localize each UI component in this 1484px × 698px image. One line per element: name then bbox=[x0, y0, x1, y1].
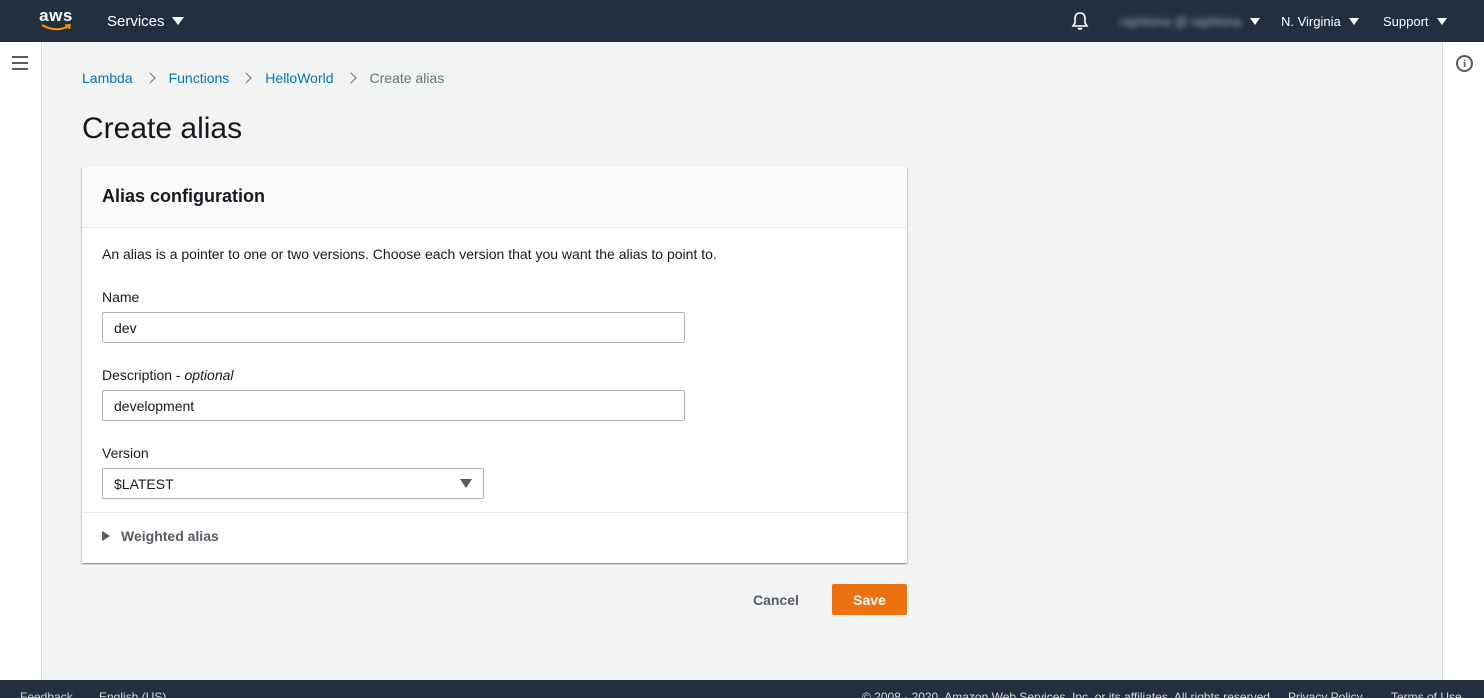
top-navigation-bar: aws Services raphlona @ raphlona N. Virg… bbox=[0, 0, 1484, 42]
bell-icon[interactable] bbox=[1070, 11, 1090, 31]
chevron-right-icon bbox=[241, 72, 253, 84]
privacy-policy-link[interactable]: Privacy Policy bbox=[1288, 690, 1363, 698]
name-label: Name bbox=[102, 289, 140, 305]
aws-logo-text: aws bbox=[39, 6, 73, 25]
aws-logo[interactable]: aws bbox=[38, 6, 74, 34]
cancel-button[interactable]: Cancel bbox=[738, 584, 814, 615]
name-field-group: Name dev bbox=[102, 289, 887, 343]
weighted-alias-expander[interactable]: Weighted alias bbox=[102, 528, 219, 544]
footer: Feedback English (US) © 2008 - 2020, Ama… bbox=[0, 680, 1484, 698]
name-input[interactable]: dev bbox=[102, 312, 685, 343]
description-field-group: Description - optional development bbox=[102, 367, 887, 421]
version-field-group: Version $LATEST bbox=[102, 445, 887, 499]
account-label: raphlona @ raphlona bbox=[1120, 13, 1242, 29]
region-label: N. Virginia bbox=[1281, 13, 1341, 29]
support-label: Support bbox=[1383, 13, 1429, 29]
chevron-down-icon bbox=[1249, 17, 1260, 25]
language-selector[interactable]: English (US) bbox=[99, 690, 166, 698]
alias-configuration-panel: Alias configuration An alias is a pointe… bbox=[82, 167, 907, 563]
feedback-link[interactable]: Feedback bbox=[20, 690, 73, 698]
main-content: Lambda Functions HelloWorld Create alias… bbox=[43, 42, 1442, 680]
support-menu[interactable]: Support bbox=[1383, 0, 1447, 42]
description-label: Description - optional bbox=[102, 367, 887, 383]
right-help-rail: i bbox=[1442, 42, 1484, 680]
panel-title: Alias configuration bbox=[102, 186, 266, 206]
breadcrumb-functions[interactable]: Functions bbox=[169, 70, 230, 86]
description-label-text: Description - bbox=[102, 367, 185, 383]
breadcrumb-lambda[interactable]: Lambda bbox=[82, 70, 133, 86]
breadcrumb: Lambda Functions HelloWorld Create alias bbox=[82, 70, 444, 86]
chevron-right-icon bbox=[346, 72, 358, 84]
left-navigation-rail bbox=[0, 42, 42, 680]
copyright-text: © 2008 - 2020, Amazon Web Services, Inc.… bbox=[862, 690, 1274, 698]
breadcrumb-current: Create alias bbox=[369, 70, 445, 86]
save-button[interactable]: Save bbox=[832, 584, 907, 615]
panel-description: An alias is a pointer to one or two vers… bbox=[102, 246, 717, 262]
description-input[interactable]: development bbox=[102, 390, 685, 421]
breadcrumb-helloworld[interactable]: HelloWorld bbox=[265, 70, 333, 86]
services-label: Services bbox=[107, 12, 165, 30]
panel-body: An alias is a pointer to one or two vers… bbox=[82, 228, 907, 541]
chevron-right-icon bbox=[145, 72, 157, 84]
chevron-down-icon bbox=[171, 17, 184, 25]
version-label: Version bbox=[102, 445, 149, 461]
region-menu[interactable]: N. Virginia bbox=[1281, 0, 1359, 42]
chevron-down-icon bbox=[1436, 17, 1447, 25]
panel-header: Alias configuration bbox=[82, 167, 907, 228]
services-menu[interactable]: Services bbox=[107, 0, 184, 42]
caret-right-icon bbox=[102, 531, 110, 541]
version-select-value: $LATEST bbox=[114, 475, 174, 492]
weighted-alias-label: Weighted alias bbox=[121, 528, 219, 544]
account-menu[interactable]: raphlona @ raphlona bbox=[1120, 0, 1260, 42]
optional-label: optional bbox=[184, 367, 234, 383]
aws-smile-icon bbox=[41, 24, 71, 31]
terms-of-use-link[interactable]: Terms of Use bbox=[1391, 690, 1462, 698]
dropdown-arrow-icon bbox=[460, 479, 472, 488]
panel-divider bbox=[82, 512, 907, 513]
page-title: Create alias bbox=[82, 112, 243, 145]
version-select[interactable]: $LATEST bbox=[102, 468, 484, 499]
info-icon[interactable]: i bbox=[1456, 55, 1473, 72]
chevron-down-icon bbox=[1348, 17, 1359, 25]
hamburger-menu-icon[interactable] bbox=[12, 56, 28, 70]
